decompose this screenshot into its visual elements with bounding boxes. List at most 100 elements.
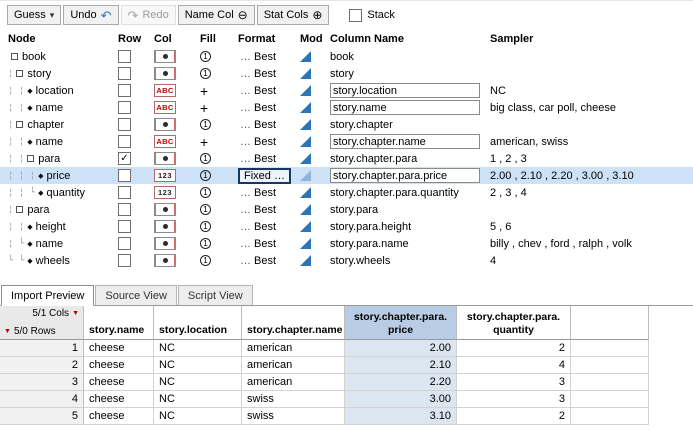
tree-row-name[interactable]: ¦ ¦◆name ABC + …Best big class, car poll…	[0, 99, 693, 116]
name-col-button[interactable]: Name Col ⊖	[178, 5, 255, 25]
fill-expand-icon[interactable]: +	[200, 101, 208, 115]
column-name-input[interactable]	[330, 134, 480, 149]
fill-once-icon[interactable]: 1	[200, 170, 211, 181]
tree-row-para2[interactable]: ¦para 1 …Best story.para	[0, 201, 693, 218]
continuous-modeling-icon[interactable]	[300, 68, 311, 79]
column-header-chapter-name[interactable]: story.chapter.name	[242, 306, 345, 340]
format-cell[interactable]: …Best	[238, 48, 298, 65]
element-column-icon[interactable]	[154, 203, 176, 216]
fill-once-icon[interactable]: 1	[200, 119, 211, 130]
tree-row-height[interactable]: ¦ ¦◆height 1 …Best story.para.height 5 ,…	[0, 218, 693, 235]
fill-once-icon[interactable]: 1	[200, 68, 211, 79]
continuous-modeling-icon[interactable]	[300, 51, 311, 62]
element-column-icon[interactable]	[154, 237, 176, 250]
format-cell[interactable]: …Best	[238, 150, 298, 167]
row-checkbox[interactable]	[118, 118, 131, 131]
column-name-input[interactable]	[330, 100, 480, 115]
format-menu-icon[interactable]: …	[240, 136, 251, 148]
row-checkbox[interactable]	[118, 237, 131, 250]
continuous-modeling-icon[interactable]	[300, 136, 311, 147]
tab-source-view[interactable]: Source View	[95, 285, 177, 305]
element-column-icon[interactable]	[154, 220, 176, 233]
column-header-story-name[interactable]: story.name	[84, 306, 154, 340]
numeric-column-icon[interactable]: 123	[154, 186, 176, 199]
format-cell[interactable]: …Best	[238, 99, 298, 116]
row-checkbox[interactable]	[118, 169, 131, 182]
fill-once-icon[interactable]: 1	[200, 238, 211, 249]
character-column-icon[interactable]: ABC	[154, 101, 176, 114]
tree-row-quantity[interactable]: ¦ ¦ └◆quantity 123 1 …Best story.chapter…	[0, 184, 693, 201]
row-checkbox[interactable]	[118, 50, 131, 63]
fill-once-icon[interactable]: 1	[200, 221, 211, 232]
tree-row-price-selected[interactable]: ¦ ¦ ¦◆price 123 1 Fixed … 2.00 , 2.10 , …	[0, 167, 693, 184]
format-cell[interactable]: …Best	[238, 116, 298, 133]
stat-cols-button[interactable]: Stat Cols ⊕	[257, 5, 330, 25]
element-column-icon[interactable]	[154, 152, 176, 165]
row-checkbox[interactable]	[118, 186, 131, 199]
rows-menu-icon[interactable]: ▼	[4, 328, 11, 335]
continuous-modeling-icon[interactable]	[300, 204, 311, 215]
column-header-quantity[interactable]: story.chapter.para.quantity	[457, 306, 571, 340]
row-checkbox[interactable]	[118, 101, 131, 114]
format-cell[interactable]: …Best	[238, 82, 298, 99]
character-column-icon[interactable]: ABC	[154, 135, 176, 148]
format-cell[interactable]: …Best	[238, 201, 298, 218]
continuous-modeling-icon[interactable]	[300, 85, 311, 96]
continuous-modeling-icon[interactable]	[300, 119, 311, 130]
element-column-icon[interactable]	[154, 118, 176, 131]
element-column-icon[interactable]	[154, 254, 176, 267]
stack-checkbox[interactable]	[349, 9, 362, 22]
tree-row-para-name[interactable]: ¦ └◆name 1 …Best story.para.name billy ,…	[0, 235, 693, 252]
format-menu-icon[interactable]: …	[240, 68, 251, 80]
fill-once-icon[interactable]: 1	[200, 204, 211, 215]
column-header-price-selected[interactable]: story.chapter.para.price	[345, 306, 457, 340]
tree-row-chapter[interactable]: ¦chapter 1 …Best story.chapter	[0, 116, 693, 133]
undo-button[interactable]: Undo ↶	[63, 5, 118, 25]
continuous-modeling-icon[interactable]	[300, 102, 311, 113]
fill-expand-icon[interactable]: +	[200, 135, 208, 149]
format-value-box[interactable]: Fixed …	[238, 168, 291, 184]
format-menu-icon[interactable]: …	[240, 187, 251, 199]
fill-once-icon[interactable]: 1	[200, 153, 211, 164]
continuous-modeling-icon[interactable]	[300, 255, 311, 266]
format-menu-icon[interactable]: …	[240, 85, 251, 97]
tree-row-book[interactable]: book 1 …Best book	[0, 48, 693, 65]
column-name-input[interactable]	[330, 168, 480, 183]
tab-import-preview[interactable]: Import Preview	[1, 285, 94, 306]
columns-menu-icon[interactable]: ▼	[72, 310, 79, 317]
tree-row-chapter-name[interactable]: ¦ ¦◆name ABC + …Best american, swiss	[0, 133, 693, 150]
format-cell[interactable]: …Best	[238, 133, 298, 150]
row-checkbox[interactable]	[118, 84, 131, 97]
fill-once-icon[interactable]: 1	[200, 255, 211, 266]
tab-script-view[interactable]: Script View	[178, 285, 253, 305]
row-checkbox[interactable]	[118, 254, 131, 267]
column-header-story-location[interactable]: story.location	[154, 306, 242, 340]
continuous-modeling-icon[interactable]	[300, 170, 311, 181]
format-menu-icon[interactable]: …	[240, 221, 251, 233]
format-cell[interactable]: …Best	[238, 184, 298, 201]
numeric-column-icon[interactable]: 123	[154, 169, 176, 182]
row-checkbox[interactable]	[118, 135, 131, 148]
format-cell[interactable]: …Best	[238, 252, 298, 269]
character-column-icon[interactable]: ABC	[154, 84, 176, 97]
tree-row-story[interactable]: ¦story 1 …Best story	[0, 65, 693, 82]
format-menu-icon[interactable]: …	[240, 255, 251, 267]
format-menu-icon[interactable]: …	[240, 153, 251, 165]
continuous-modeling-icon[interactable]	[300, 187, 311, 198]
format-cell[interactable]: Fixed …	[238, 167, 298, 184]
format-menu-icon[interactable]: …	[240, 119, 251, 131]
format-menu-icon[interactable]: …	[240, 204, 251, 216]
element-column-icon[interactable]	[154, 50, 176, 63]
format-menu-icon[interactable]: …	[240, 238, 251, 250]
format-menu-icon[interactable]: …	[240, 51, 251, 63]
element-column-icon[interactable]	[154, 67, 176, 80]
continuous-modeling-icon[interactable]	[300, 238, 311, 249]
row-checkbox-checked[interactable]: ✓	[118, 152, 131, 165]
continuous-modeling-icon[interactable]	[300, 221, 311, 232]
format-cell[interactable]: …Best	[238, 65, 298, 82]
format-cell[interactable]: …Best	[238, 235, 298, 252]
row-checkbox[interactable]	[118, 67, 131, 80]
fill-once-icon[interactable]: 1	[200, 187, 211, 198]
fill-once-icon[interactable]: 1	[200, 51, 211, 62]
fill-expand-icon[interactable]: +	[200, 84, 208, 98]
